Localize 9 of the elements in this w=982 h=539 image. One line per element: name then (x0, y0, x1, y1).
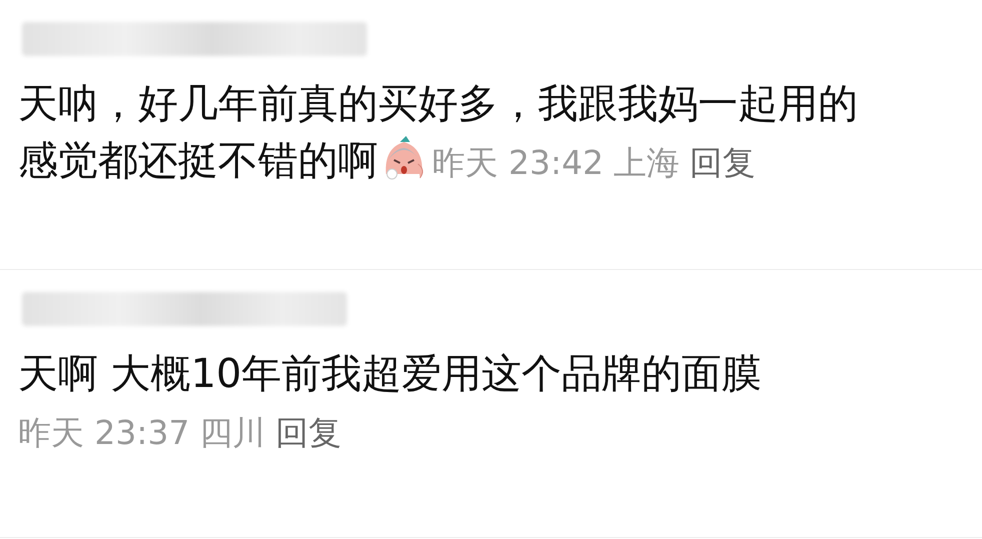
reply-link[interactable]: 回复 (690, 143, 756, 182)
comment-location: 上海 (614, 143, 680, 182)
comment-text: 天啊 大概10年前我超爱用这个品牌的面膜 (18, 351, 762, 397)
comment-location: 四川 (200, 413, 266, 452)
comment-time: 昨天 23:37 (18, 413, 190, 452)
comment-time: 昨天 23:42 (432, 143, 604, 182)
comment-text: 感觉都还挺不错的啊 (18, 138, 378, 184)
comment-text: 天呐，好几年前真的买好多，我跟我妈一起用的 (18, 81, 858, 127)
reply-link[interactable]: 回复 (276, 413, 342, 452)
